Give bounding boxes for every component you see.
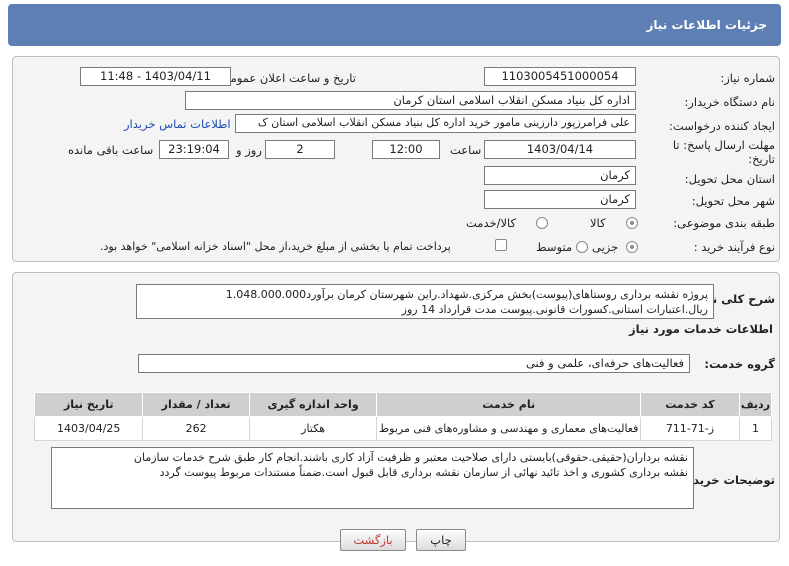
buyer-org-field: اداره کل بنیاد مسکن انقلاب اسلامی استان … [185, 91, 636, 110]
cell-unit: هکتار [248, 416, 378, 441]
process-minor-radio[interactable] [626, 241, 638, 253]
deadline-label: مهلت ارسال پاسخ: تا [672, 138, 775, 152]
back-button[interactable]: بازگشت [340, 529, 406, 551]
category-goods-radio[interactable] [626, 217, 638, 229]
need-number-label: شماره نیاز: [720, 71, 775, 85]
services-table: ردیف کد خدمت نام خدمت واحد اندازه گیری ت… [33, 392, 773, 441]
buyer-notes-line-2: نقشه برداری کشوری و اخذ تائید نهائی از س… [159, 466, 688, 479]
process-medium-radio[interactable] [576, 241, 588, 253]
col-quantity: تعداد / مقدار [142, 392, 250, 417]
announce-date-label: تاریخ و ساعت اعلان عمومی: [217, 71, 356, 85]
col-service-code: کد خدمت [640, 392, 740, 417]
cell-need-date: 1403/04/25 [33, 416, 144, 441]
need-description-line-2: ریال.اعتبارات استانی.کسورات قانونی.پیوست… [401, 303, 708, 316]
deadline-time-label: ساعت [450, 143, 482, 157]
treasury-payment-note: پرداخت تمام یا بخشی از مبلغ خرید،از محل … [100, 240, 451, 253]
need-description-line-1: پروژه نقشه برداری روستاهای(پیوست)بخش مرک… [225, 288, 708, 301]
creator-field: علی فرامرزپور دارزینی مامور خرید اداره ک… [235, 114, 636, 133]
process-minor-label: جزیی [592, 240, 619, 254]
page-title-bar: جزئیات اطلاعات نیاز [8, 4, 781, 46]
deadline-time-field: 12:00 [372, 140, 440, 159]
announce-date-field: 1403/04/11 - 11:48 [80, 67, 231, 86]
category-goods-service-label: کالا/خدمت [466, 216, 517, 230]
buyer-notes-box: نقشه برداران(حقیقی.حقوقی)بایستی دارای صل… [51, 447, 694, 509]
creator-label: ایجاد کننده درخواست: [669, 119, 775, 133]
col-need-date: تاریخ نیاز [33, 392, 144, 417]
deadline-date-field: 1403/04/14 [484, 140, 636, 159]
remaining-time-field: 23:19:04 [159, 140, 229, 159]
delivery-city-field: کرمان [484, 190, 636, 209]
delivery-province-label: استان محل تحویل: [684, 172, 775, 186]
remaining-days-field: 2 [265, 140, 335, 159]
delivery-province-field: کرمان [484, 166, 636, 185]
need-number-field: 1103005451000054 [484, 67, 636, 86]
buyer-contact-link[interactable]: اطلاعات تماس خریدار [124, 117, 231, 131]
service-group-label: گروه خدمت: [704, 357, 775, 371]
print-button[interactable]: چاپ [416, 529, 466, 551]
process-medium-label: متوسط [536, 240, 573, 254]
buyer-notes-line-1: نقشه برداران(حقیقی.حقوقی)بایستی دارای صل… [133, 451, 688, 464]
need-info-panel [12, 56, 780, 262]
page-title: جزئیات اطلاعات نیاز [646, 18, 767, 32]
col-row: ردیف [738, 392, 773, 417]
cell-row: 1 [738, 416, 773, 441]
buyer-org-label: نام دستگاه خریدار: [684, 95, 775, 109]
delivery-city-label: شهر محل تحویل: [691, 194, 775, 208]
service-group-field: فعالیت‌های حرفه‌ای، علمی و فنی [138, 354, 690, 373]
cell-service-name: فعالیت‌های معماری و مهندسی و مشاوره‌های … [376, 416, 642, 441]
remaining-time-label: ساعت باقی مانده [68, 143, 154, 157]
purchase-process-label: نوع فرآیند خرید : [693, 240, 775, 254]
need-description-box: پروژه نقشه برداری روستاهای(پیوست)بخش مرک… [136, 284, 714, 319]
cell-quantity: 262 [142, 416, 250, 441]
category-label: طبقه بندی موضوعی: [673, 216, 775, 230]
col-service-name: نام خدمت [376, 392, 642, 417]
category-goods-label: کالا [590, 216, 606, 230]
days-label: روز و [236, 143, 262, 157]
table-row: 1 ز-71-711 فعالیت‌های معماری و مهندسی و … [33, 416, 773, 441]
services-section-title: اطلاعات خدمات مورد نیاز [629, 322, 773, 336]
deadline-date-label: تاریخ: [748, 152, 775, 166]
col-unit: واحد اندازه گیری [248, 392, 378, 417]
category-goods-service-radio[interactable] [536, 217, 548, 229]
treasury-payment-checkbox[interactable] [495, 239, 507, 251]
cell-service-code: ز-71-711 [640, 416, 740, 441]
